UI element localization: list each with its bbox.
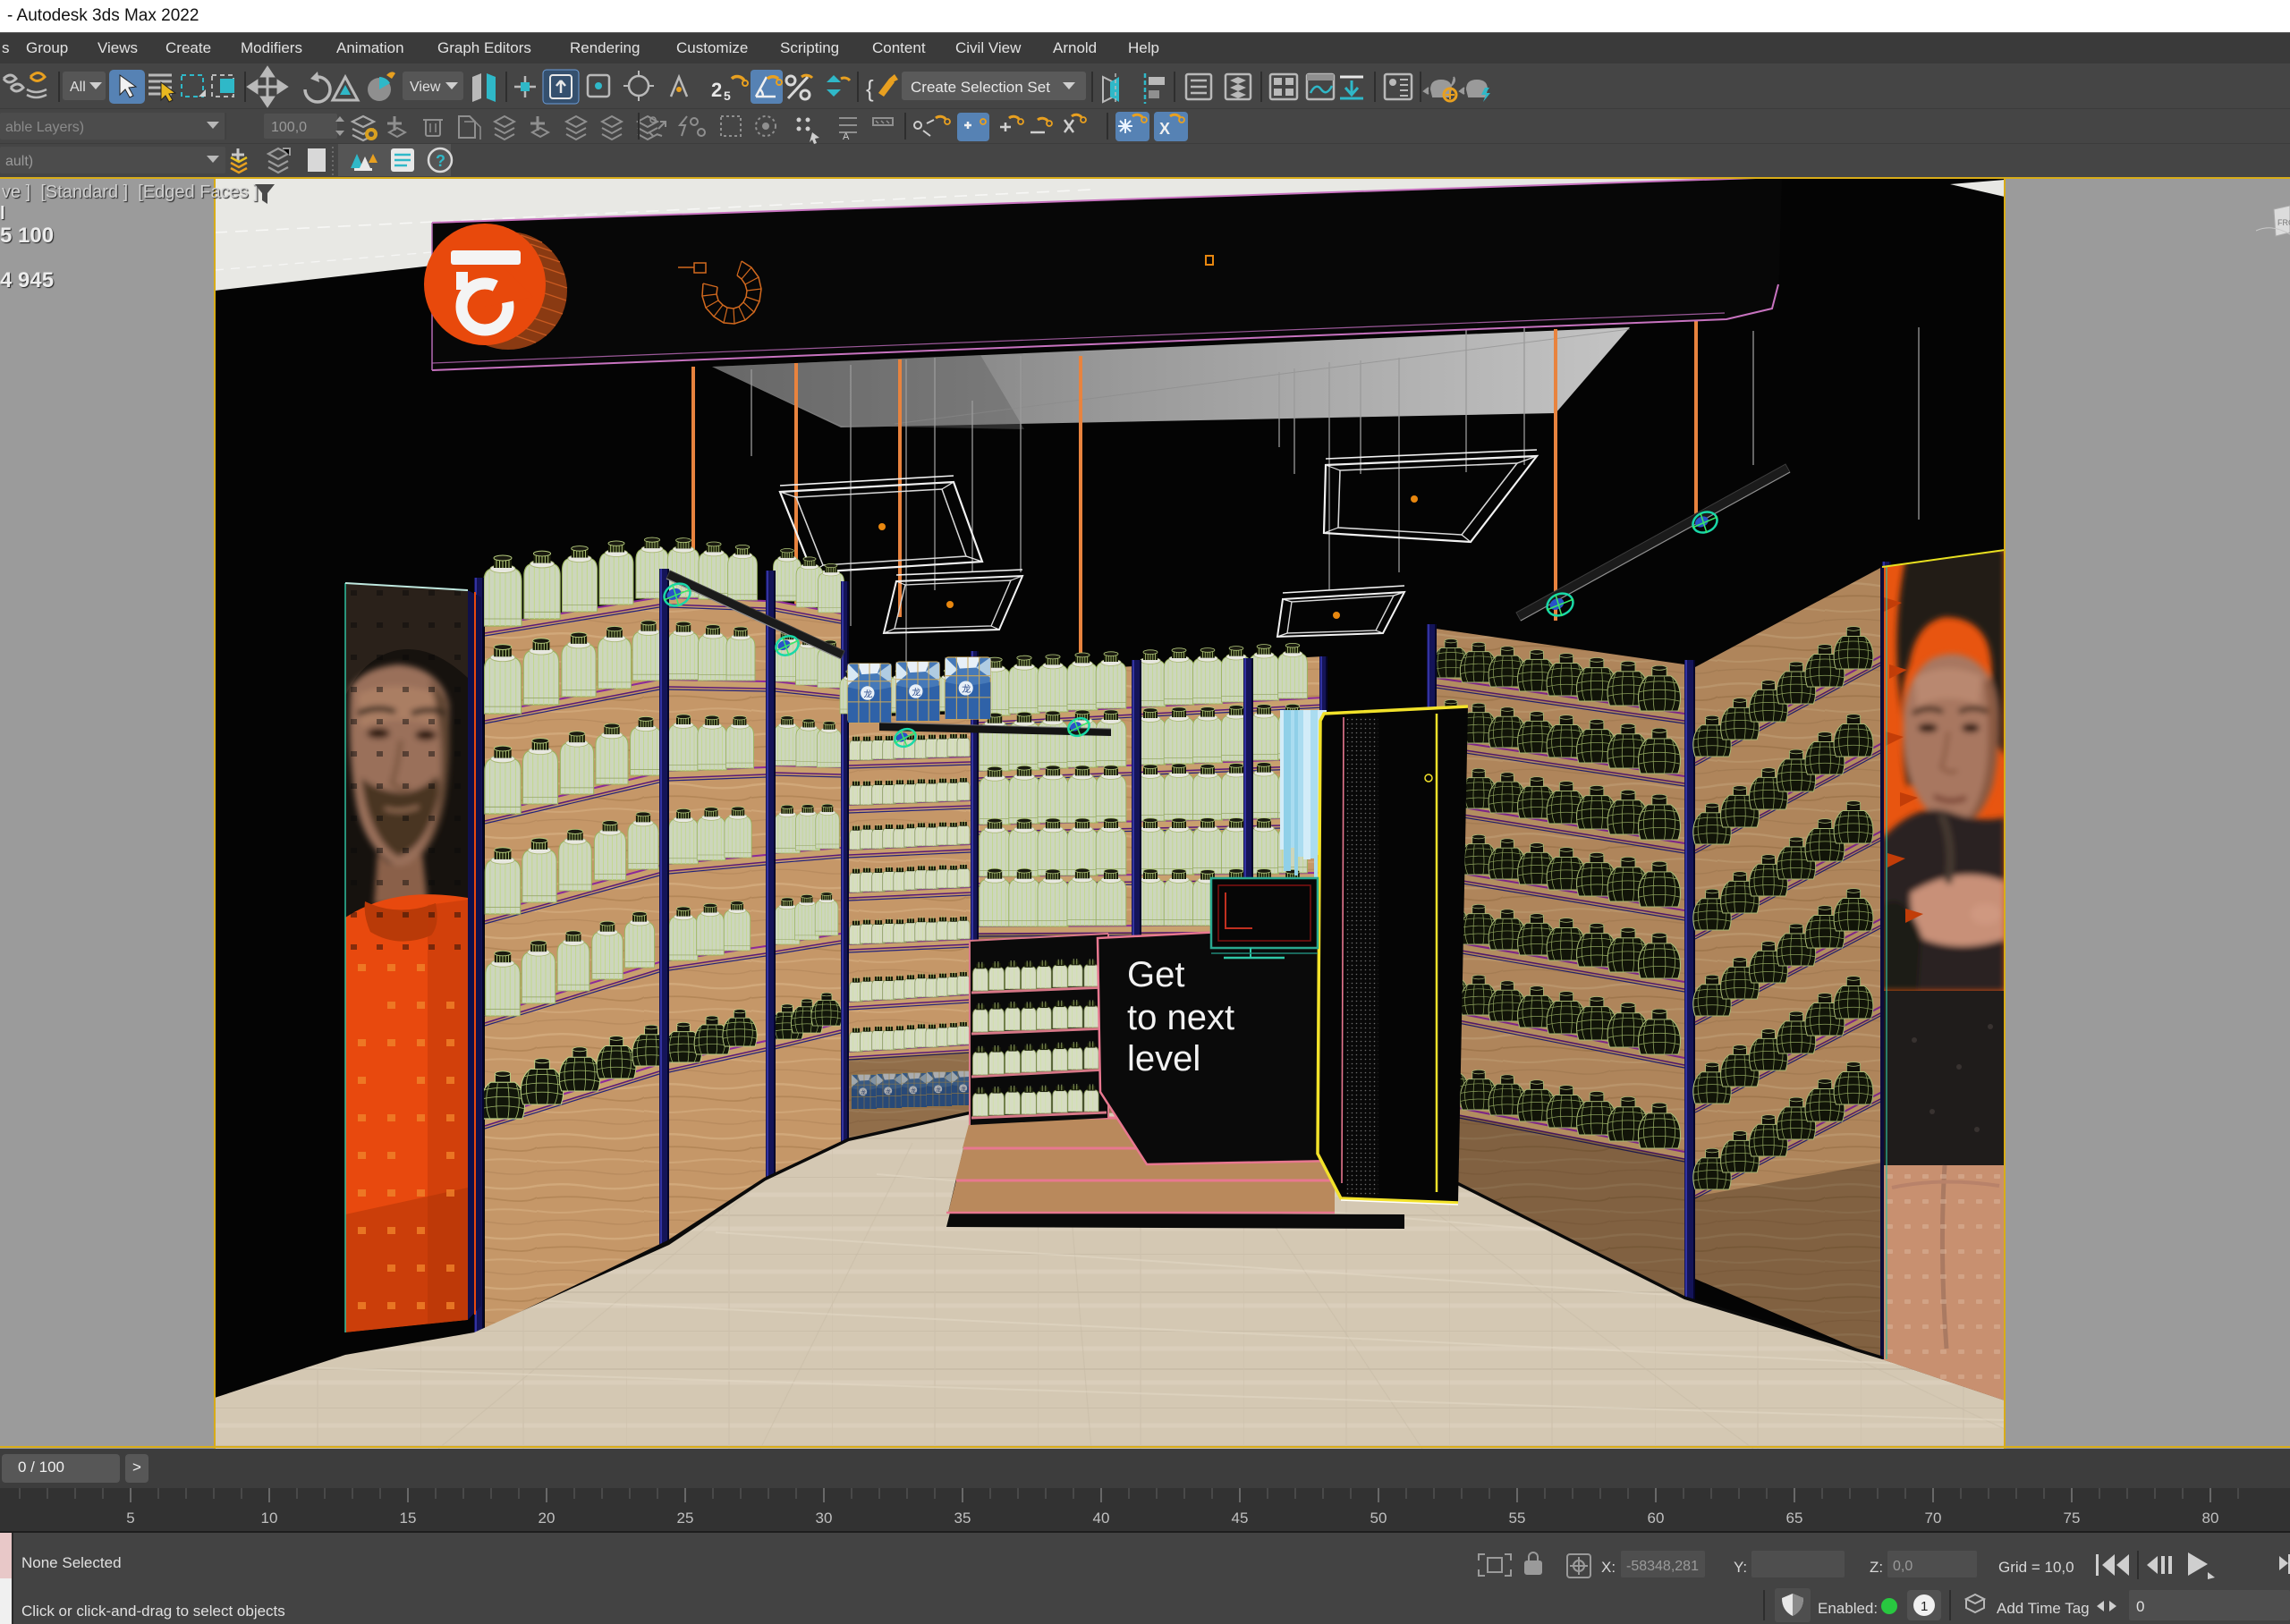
svg-text:A: A	[843, 131, 850, 142]
svg-text:40: 40	[1093, 1510, 1110, 1527]
svg-text:70: 70	[1925, 1510, 1942, 1527]
svg-text:10: 10	[261, 1510, 278, 1527]
svg-text:X:: X:	[1601, 1559, 1616, 1576]
svg-text:level: level	[1127, 1039, 1200, 1078]
svg-text:0,0: 0,0	[1893, 1559, 1913, 1574]
svg-text:Y:: Y:	[1734, 1559, 1747, 1576]
svg-text:15: 15	[400, 1510, 417, 1527]
svg-text:View: View	[410, 80, 441, 95]
svg-text:Add Time Tag: Add Time Tag	[1997, 1600, 2090, 1617]
svg-text:100,0: 100,0	[271, 120, 307, 135]
svg-text:ault): ault)	[5, 154, 33, 169]
svg-text:35: 35	[954, 1510, 971, 1527]
svg-text:to next: to next	[1127, 998, 1234, 1037]
svg-text:80: 80	[2202, 1510, 2219, 1527]
svg-text:Enabled:: Enabled:	[1818, 1600, 1878, 1617]
svg-text:able Layers): able Layers)	[5, 120, 84, 135]
svg-text:5: 5	[126, 1510, 134, 1527]
svg-text:45: 45	[1232, 1510, 1249, 1527]
svg-text:?: ?	[436, 152, 445, 170]
svg-text:65: 65	[1786, 1510, 1803, 1527]
svg-text:25: 25	[677, 1510, 694, 1527]
svg-text:Z:: Z:	[1870, 1559, 1883, 1576]
svg-text:75: 75	[2064, 1510, 2081, 1527]
svg-text:5: 5	[724, 89, 731, 103]
svg-text:X: X	[1159, 120, 1170, 138]
svg-text:Create Selection Set: Create Selection Set	[911, 79, 1050, 96]
svg-text:All: All	[70, 80, 86, 95]
svg-text:55: 55	[1509, 1510, 1526, 1527]
svg-text:{: {	[866, 75, 874, 102]
svg-text:20: 20	[539, 1510, 556, 1527]
svg-text:1: 1	[1921, 1599, 1928, 1614]
svg-text:2: 2	[711, 79, 722, 101]
svg-text:Get: Get	[1127, 955, 1184, 994]
svg-text:Grid = 10,0: Grid = 10,0	[1998, 1559, 2074, 1576]
svg-text:50: 50	[1370, 1510, 1387, 1527]
svg-text:30: 30	[816, 1510, 833, 1527]
svg-text:60: 60	[1648, 1510, 1665, 1527]
svg-text:0: 0	[2136, 1598, 2144, 1615]
svg-text:-58348,281: -58348,281	[1626, 1559, 1699, 1574]
svg-text:FRO: FRO	[2277, 218, 2290, 227]
